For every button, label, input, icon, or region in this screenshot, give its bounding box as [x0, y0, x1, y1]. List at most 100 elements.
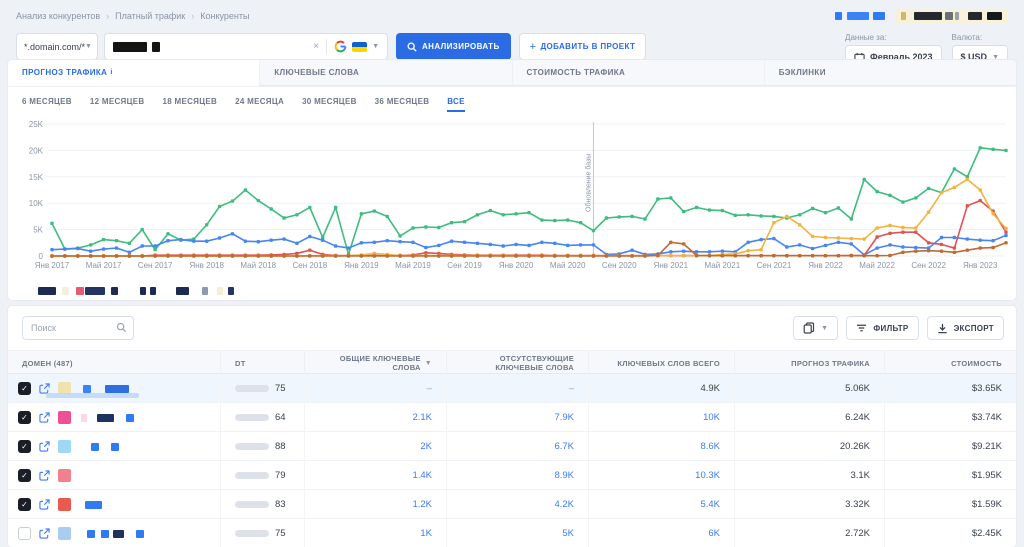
query-input[interactable]: × ▼ — [104, 33, 388, 60]
common-keywords-value[interactable]: 2K — [420, 441, 432, 452]
dt-bar — [235, 501, 269, 508]
column-header-4[interactable]: КЛЮЧЕВЫХ СЛОВ ВСЕГО — [588, 351, 734, 375]
domain-name-redacted[interactable] — [75, 384, 129, 393]
redacted-block — [136, 529, 144, 538]
range-12-месяцев[interactable]: 12 МЕСЯЦЕВ — [90, 97, 145, 112]
table-row[interactable]: ✓ 64 2.1K 7.9K 10K 6.24K $3.74K — [8, 403, 1016, 432]
traffic-forecast-value: 2.72K — [845, 528, 870, 539]
total-keywords-value[interactable]: 6K — [708, 528, 720, 539]
domain-cell[interactable]: ✓ — [8, 490, 220, 519]
common-keywords-value[interactable]: 2.1K — [412, 412, 432, 423]
breadcrumb-item[interactable]: Платный трафик — [115, 11, 185, 21]
range-36-месяцев[interactable]: 36 МЕСЯЦЕВ — [375, 97, 430, 112]
external-link-icon[interactable] — [39, 528, 50, 539]
clear-icon[interactable]: × — [313, 41, 319, 52]
range-6-месяцев[interactable]: 6 МЕСЯЦЕВ — [22, 97, 72, 112]
external-link-icon[interactable] — [39, 470, 50, 481]
missing-keywords-cell: 8.9K — [446, 461, 588, 490]
dt-bar — [235, 385, 269, 392]
domain-cell[interactable]: ✓ — [8, 461, 220, 490]
table-row[interactable]: 75 1K 5K 6K 2.72K $2.45K — [8, 519, 1016, 547]
table-search[interactable] — [22, 316, 134, 340]
common-keywords-value[interactable]: 1.2K — [412, 499, 432, 510]
missing-keywords-value[interactable]: 4.2K — [554, 499, 574, 510]
column-header-0[interactable]: ДОМЕН (487) — [8, 351, 220, 375]
column-header-3[interactable]: ОТСУТСТВУЮЩИЕ КЛЮЧЕВЫЕ СЛОВА — [446, 351, 588, 375]
total-keywords-cell: 10.3K — [588, 461, 734, 490]
redacted-query — [113, 41, 160, 52]
copy-button[interactable]: ▼ — [793, 316, 839, 340]
add-to-project-button[interactable]: + ДОБАВИТЬ В ПРОЕКТ — [518, 33, 647, 60]
chart-legend-redacted[interactable] — [8, 283, 1016, 295]
tab-бэклинки[interactable]: БЭКЛИНКИ — [763, 60, 1016, 86]
redacted-account-links[interactable] — [835, 7, 885, 25]
column-header-6[interactable]: СТОИМОСТЬ — [884, 351, 1016, 375]
domain-cell[interactable] — [8, 519, 220, 547]
currency-label: Валюта: — [951, 33, 983, 42]
domain-name-redacted[interactable] — [75, 529, 144, 538]
table-row[interactable]: ✓ 79 1.4K 8.9K 10.3K 3.1K $1.95K — [8, 461, 1016, 490]
favicon-redacted — [58, 527, 71, 540]
domain-cell[interactable]: ✓ — [8, 432, 220, 461]
tab-ключевые-слова[interactable]: КЛЮЧЕВЫЕ СЛОВА — [259, 60, 512, 86]
common-keywords-value[interactable]: 1.4K — [412, 470, 432, 481]
row-checkbox[interactable]: ✓ — [18, 382, 31, 395]
domain-cell[interactable]: ✓ — [8, 403, 220, 432]
table-row[interactable]: ✓ 83 1.2K 4.2K 5.4K 3.32K $1.59K — [8, 490, 1016, 519]
chevron-down-icon[interactable]: ▼ — [372, 43, 379, 50]
redacted-block — [150, 287, 156, 295]
column-header-1[interactable]: DT — [220, 351, 304, 375]
redacted-block — [987, 12, 1002, 20]
svg-text:Май 2020: Май 2020 — [550, 261, 586, 270]
external-link-icon[interactable] — [39, 441, 50, 452]
missing-keywords-value[interactable]: 8.9K — [554, 470, 574, 481]
traffic-chart[interactable]: 25K 20K 15K 10K 5K 0 Обновление базы Янв 2017 Ма… — [8, 116, 1016, 283]
table-row[interactable]: ✓ 75 – – 4.9K 5.06K $3.65K — [8, 374, 1016, 403]
missing-keywords-value[interactable]: 6.7K — [554, 441, 574, 452]
missing-keywords-value[interactable]: – — [569, 383, 574, 394]
column-header-2[interactable]: ОБЩИЕ КЛЮЧЕВЫЕ СЛОВА ▼ — [304, 351, 446, 375]
missing-keywords-value[interactable]: 5K — [562, 528, 574, 539]
filter-button[interactable]: ФИЛЬТР — [846, 316, 919, 340]
analyze-button[interactable]: АНАЛИЗИРОВАТЬ — [396, 33, 511, 60]
table-row[interactable]: ✓ 88 2K 6.7K 8.6K 20.26K $9.21K — [8, 432, 1016, 461]
total-keywords-value[interactable]: 10K — [703, 412, 720, 423]
cost-cell: $3.74K — [884, 403, 1016, 432]
row-checkbox[interactable]: ✓ — [18, 498, 31, 511]
total-keywords-value[interactable]: 5.4K — [700, 499, 720, 510]
total-keywords-value[interactable]: 4.9K — [700, 383, 720, 394]
tab-прогноз-трафика[interactable]: ПРОГНОЗ ТРАФИКА i — [8, 60, 260, 86]
breadcrumb-item[interactable]: Анализ конкурентов — [16, 11, 100, 21]
domain-mode-select[interactable]: *.domain.com/* ▼ — [16, 33, 98, 60]
tab-стоимость-трафика[interactable]: СТОИМОСТЬ ТРАФИКА — [511, 60, 764, 86]
favicon-redacted — [58, 440, 71, 453]
common-keywords-value[interactable]: – — [427, 383, 432, 394]
row-checkbox[interactable]: ✓ — [18, 411, 31, 424]
external-link-icon[interactable] — [39, 412, 50, 423]
missing-keywords-value[interactable]: 7.9K — [554, 412, 574, 423]
total-keywords-value[interactable]: 8.6K — [700, 441, 720, 452]
domain-cell[interactable]: ✓ — [8, 374, 220, 403]
range-24-месяца[interactable]: 24 МЕСЯЦА — [235, 97, 284, 112]
traffic-forecast-cell: 3.32K — [734, 490, 884, 519]
domain-name-redacted[interactable] — [75, 442, 119, 451]
dt-cell: 64 — [220, 403, 304, 432]
row-checkbox[interactable]: ✓ — [18, 469, 31, 482]
row-checkbox[interactable] — [18, 527, 31, 540]
common-keywords-value[interactable]: 1K — [420, 528, 432, 539]
missing-keywords-cell: 7.9K — [446, 403, 588, 432]
column-header-5[interactable]: ПРОГНОЗ ТРАФИКА — [734, 351, 884, 375]
traffic-forecast-card: ПРОГНОЗ ТРАФИКА i КЛЮЧЕВЫЕ СЛОВА СТОИМОСТЬ … — [8, 60, 1016, 300]
range-18-месяцев[interactable]: 18 МЕСЯЦЕВ — [162, 97, 217, 112]
range-все[interactable]: ВСЕ — [447, 97, 465, 112]
redacted-block — [140, 287, 146, 295]
range-30-месяцев[interactable]: 30 МЕСЯЦЕВ — [302, 97, 357, 112]
missing-keywords-cell: – — [446, 374, 588, 403]
export-button[interactable]: ЭКСПОРТ — [926, 316, 1004, 340]
domain-name-redacted[interactable] — [75, 500, 102, 509]
domain-name-redacted[interactable] — [75, 413, 134, 422]
total-keywords-value[interactable]: 10.3K — [695, 470, 720, 481]
row-checkbox[interactable]: ✓ — [18, 440, 31, 453]
svg-text:Сен 2019: Сен 2019 — [447, 261, 482, 270]
external-link-icon[interactable] — [39, 499, 50, 510]
